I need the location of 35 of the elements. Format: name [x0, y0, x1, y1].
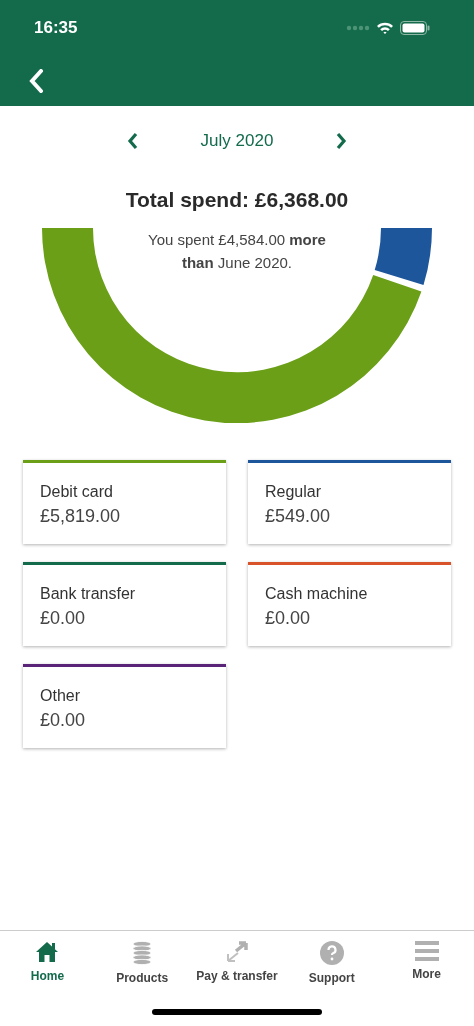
month-label: July 2020 [200, 131, 274, 151]
previous-month-icon[interactable] [126, 132, 139, 150]
wifi-icon [376, 21, 394, 35]
transfer-arrows-icon [224, 941, 250, 963]
category-card[interactable]: Debit card £5,819.00 [23, 460, 226, 544]
category-amount: £5,819.00 [40, 505, 122, 528]
coin-stack-icon [132, 941, 153, 965]
category-name: Other [40, 686, 81, 706]
help-icon [319, 941, 344, 965]
tab-item[interactable]: Home [0, 931, 95, 995]
house-icon [35, 941, 60, 963]
category-name: Bank transfer [40, 584, 137, 604]
tab-item[interactable]: More [379, 931, 474, 995]
category-amount: £549.00 [265, 505, 332, 528]
comparison-text: You spent £4,584.00 more than June 2020. [147, 230, 327, 273]
category-card[interactable]: Bank transfer £0.00 [23, 562, 226, 646]
tab-item[interactable]: Pay & transfer [189, 931, 285, 995]
signal-icon [346, 25, 370, 31]
tab-item[interactable]: Support [284, 931, 380, 995]
category-card[interactable]: Other £0.00 [23, 664, 226, 748]
category-name: Cash machine [265, 584, 369, 604]
status-time: 16:35 [34, 18, 78, 38]
tab-item[interactable]: Products [94, 931, 190, 995]
category-amount: £0.00 [40, 709, 87, 732]
total-spend: Total spend: £6,368.00 [124, 188, 350, 212]
category-card[interactable]: Cash machine £0.00 [248, 562, 451, 646]
menu-icon [414, 941, 439, 961]
category-name: Regular [265, 482, 323, 502]
category-card[interactable]: Regular £549.00 [248, 460, 451, 544]
category-amount: £0.00 [265, 607, 312, 630]
next-month-icon[interactable] [335, 132, 348, 150]
back-icon[interactable] [28, 69, 44, 93]
battery-icon [400, 21, 430, 35]
category-name: Debit card [40, 482, 114, 502]
category-amount: £0.00 [40, 607, 87, 630]
